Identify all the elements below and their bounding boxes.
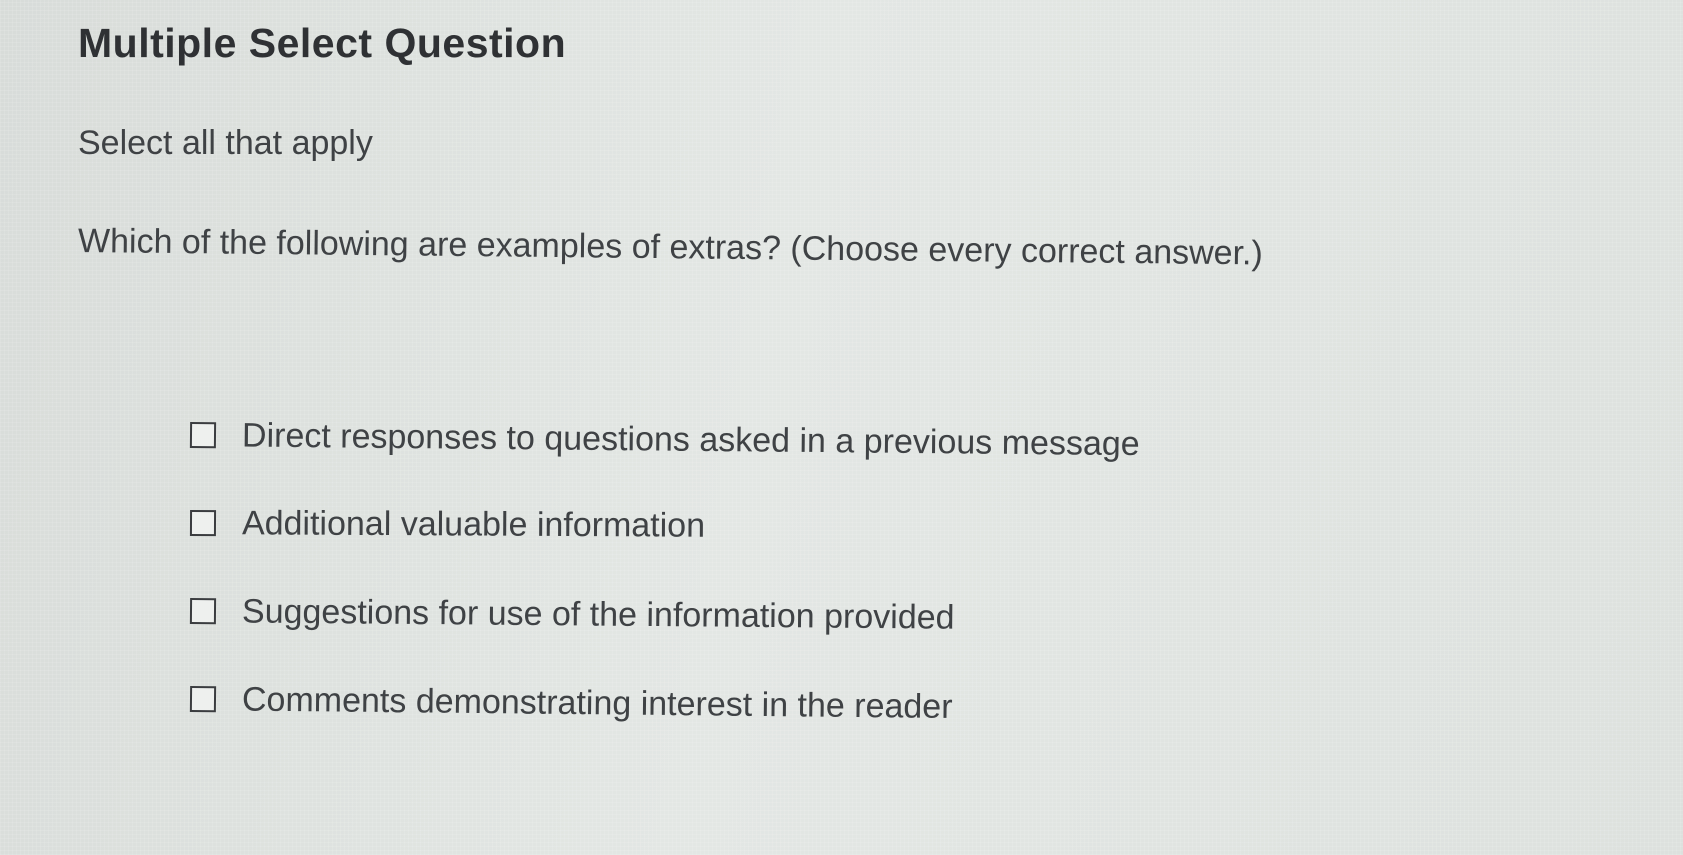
checkbox-unchecked-icon[interactable]	[189, 422, 217, 449]
answer-option-1[interactable]: Direct responses to questions asked in a…	[189, 412, 1140, 467]
answer-option-3[interactable]: Suggestions for use of the information p…	[189, 588, 1140, 642]
answer-option-4[interactable]: Comments demonstrating interest in the r…	[189, 676, 1140, 732]
question-prompt: Which of the following are examples of e…	[77, 222, 1263, 273]
answer-option-label: Suggestions for use of the information p…	[241, 591, 955, 637]
checkbox-unchecked-icon[interactable]	[189, 686, 217, 713]
answer-option-label: Direct responses to questions asked in a…	[241, 416, 1140, 463]
answer-option-label: Additional valuable information	[241, 503, 706, 545]
question-title: Multiple Select Question	[78, 20, 567, 66]
answer-options-list: Direct responses to questions asked in a…	[189, 412, 1140, 768]
answer-option-2[interactable]: Additional valuable information	[189, 500, 1140, 551]
question-panel: Multiple Select Question Select all that…	[0, 0, 1683, 855]
question-instruction: Select all that apply	[78, 124, 373, 162]
checkbox-unchecked-icon[interactable]	[189, 598, 217, 625]
answer-option-label: Comments demonstrating interest in the r…	[241, 680, 953, 726]
checkbox-unchecked-icon[interactable]	[189, 510, 217, 537]
